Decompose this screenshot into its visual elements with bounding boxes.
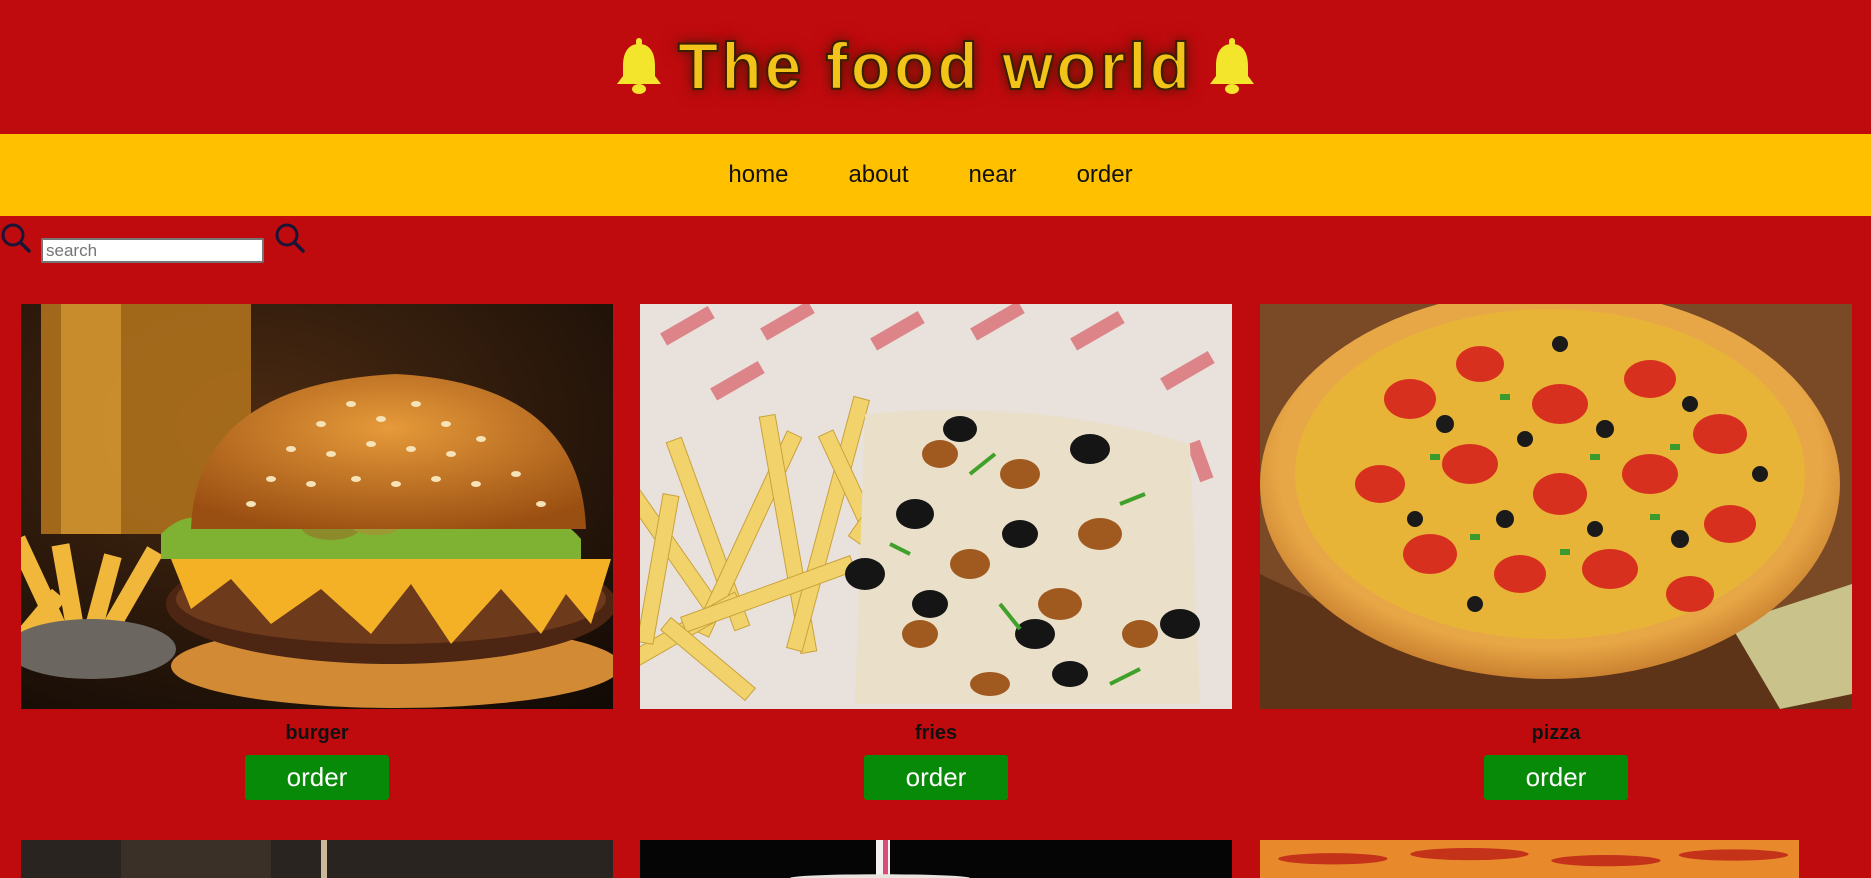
menu-card-fries: fries order xyxy=(640,304,1232,800)
search-icon[interactable] xyxy=(274,222,306,254)
search-icon[interactable] xyxy=(0,222,32,254)
nav-list: home about near order xyxy=(728,161,1132,189)
nav-link-order[interactable]: order xyxy=(1077,161,1133,188)
dark-food-image xyxy=(21,840,613,878)
nav-link-home[interactable]: home xyxy=(728,161,788,188)
food-name-burger: burger xyxy=(285,722,349,744)
pizza-image xyxy=(1260,304,1852,709)
order-button-fries[interactable]: order xyxy=(864,755,1008,800)
nav-item-about: about xyxy=(848,161,908,189)
bell-icon xyxy=(617,38,662,94)
nav-item-order: order xyxy=(1077,161,1133,189)
burger-image xyxy=(21,304,613,709)
menu-card-next-3 xyxy=(1260,840,1852,878)
nav-item-home: home xyxy=(728,161,788,189)
bell-icon xyxy=(1209,38,1254,94)
menu-card-next-2 xyxy=(640,840,1232,878)
nav-link-about[interactable]: about xyxy=(848,161,908,188)
menu-card-pizza: pizza order xyxy=(1260,304,1852,800)
title-wrap: The food world xyxy=(614,29,1257,103)
site-title: The food world xyxy=(677,29,1193,103)
order-button-pizza[interactable]: order xyxy=(1484,755,1628,800)
food-name-fries: fries xyxy=(914,722,958,744)
search-input[interactable] xyxy=(41,238,264,263)
site-header: The food world xyxy=(0,0,1871,134)
nav-link-near[interactable]: near xyxy=(969,161,1017,188)
fries-image xyxy=(640,304,1232,709)
order-button-burger[interactable]: order xyxy=(245,755,389,800)
food-name-pizza: pizza xyxy=(1531,722,1581,744)
menu-card-burger: burger order xyxy=(21,304,613,800)
search-bar xyxy=(0,220,306,266)
drink-image xyxy=(640,840,1232,878)
pepperoni-pizza-image xyxy=(1260,840,1799,878)
nav-item-near: near xyxy=(969,161,1017,189)
menu-card-next-1 xyxy=(21,840,613,878)
main-nav: home about near order xyxy=(0,134,1871,216)
